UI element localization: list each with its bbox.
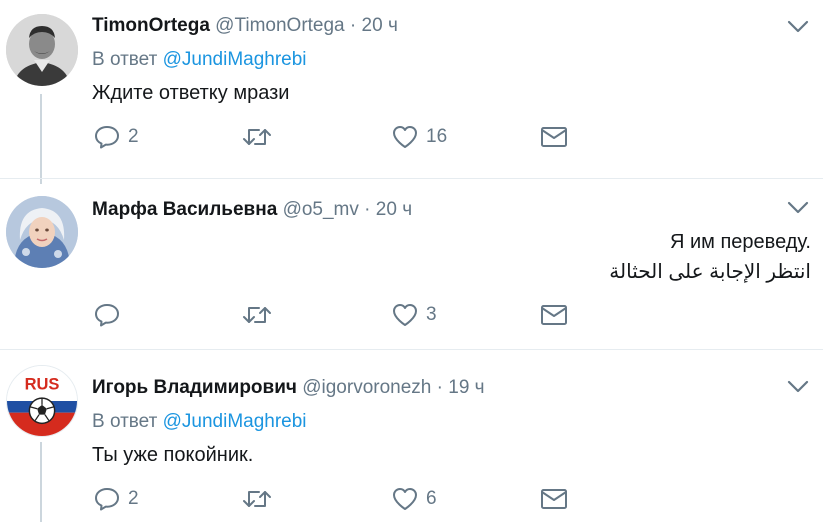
avatar-text: RUS: [25, 374, 60, 393]
direct-message-button[interactable]: [540, 124, 568, 150]
tweet-2[interactable]: Марфа Васильевна @o5_mv · 20 ч Я им пере…: [0, 179, 823, 349]
heart-icon: [393, 304, 417, 326]
chevron-down-icon[interactable]: [787, 201, 809, 215]
direct-message-button[interactable]: [540, 486, 568, 512]
separator-dot: ·: [436, 377, 443, 398]
envelope-icon: [541, 305, 567, 325]
avatar[interactable]: [6, 196, 78, 268]
tweet-header: Марфа Васильевна @o5_mv · 20 ч: [92, 199, 412, 221]
like-count: 6: [426, 488, 437, 509]
tweet-text: Ты уже покойник.: [92, 444, 254, 466]
reply-to-link[interactable]: @JundiMaghrebi: [163, 49, 307, 70]
tweet-text-line-arabic: انتظر الإجابة على الحثالة: [609, 261, 811, 283]
avatar[interactable]: [6, 14, 78, 86]
direct-message-button[interactable]: [540, 302, 568, 328]
reply-icon: [95, 488, 119, 511]
avatar[interactable]: RUS: [6, 365, 78, 437]
heart-icon: [393, 488, 417, 510]
reply-to-link[interactable]: @JundiMaghrebi: [163, 411, 307, 432]
timestamp[interactable]: 19 ч: [448, 377, 484, 398]
rus-football-avatar-icon: RUS: [7, 366, 77, 436]
tweet-text-line: Я им переведу.: [670, 231, 811, 253]
tweet-3[interactable]: RUS Игорь Владимирович @igorvoronezh · 1…: [0, 350, 823, 522]
reply-button[interactable]: 2: [94, 486, 139, 512]
retweet-button[interactable]: [242, 124, 280, 150]
reply-to-label: В ответ: [92, 411, 158, 432]
retweet-button[interactable]: [242, 486, 280, 512]
chevron-down-icon[interactable]: [787, 380, 809, 394]
tweet-header: TimonOrtega @TimonOrtega · 20 ч: [92, 15, 398, 37]
envelope-icon: [541, 127, 567, 147]
retweet-button[interactable]: [242, 302, 280, 328]
tweet-1[interactable]: TimonOrtega @TimonOrtega · 20 ч В ответ …: [0, 0, 823, 184]
separator-dot: ·: [349, 15, 357, 36]
reply-to-line: В ответ @JundiMaghrebi: [92, 411, 307, 433]
like-button[interactable]: 3: [392, 302, 437, 328]
tweet-text: Я им переведу. انتظر الإجابة على الحثالة: [609, 227, 811, 287]
portrait-avatar-icon: [6, 14, 78, 86]
retweet-icon: [243, 129, 271, 145]
thread-line: [40, 94, 42, 184]
reply-button[interactable]: 2: [94, 124, 139, 150]
reply-count: 2: [128, 488, 139, 509]
reply-icon: [95, 304, 119, 327]
like-count: 3: [426, 304, 437, 325]
tweet-header: Игорь Владимирович @igorvoronezh · 19 ч: [92, 377, 485, 399]
reply-button[interactable]: [94, 302, 128, 328]
like-button[interactable]: 6: [392, 486, 437, 512]
like-button[interactable]: 16: [392, 124, 447, 150]
woman-avatar-icon: [6, 196, 78, 268]
separator-dot: ·: [364, 199, 371, 220]
user-handle[interactable]: @igorvoronezh: [302, 377, 431, 398]
timestamp[interactable]: 20 ч: [376, 199, 412, 220]
reply-to-line: В ответ @JundiMaghrebi: [92, 49, 307, 71]
envelope-icon: [541, 489, 567, 509]
thread-line: [40, 442, 42, 522]
tweet-actions: 3: [92, 302, 572, 328]
display-name[interactable]: Игорь Владимирович: [92, 377, 297, 398]
tweet-text: Ждите ответку мрази: [92, 82, 290, 104]
user-handle[interactable]: @o5_mv: [283, 199, 359, 220]
reply-count: 2: [128, 126, 139, 147]
retweet-icon: [243, 491, 271, 507]
heart-icon: [393, 126, 417, 148]
timestamp[interactable]: 20 ч: [362, 15, 398, 36]
tweet-actions: 2 6: [92, 486, 572, 512]
display-name[interactable]: TimonOrtega: [92, 15, 210, 36]
user-handle[interactable]: @TimonOrtega: [215, 15, 344, 36]
chevron-down-icon[interactable]: [787, 20, 809, 34]
reply-to-label: В ответ: [92, 49, 158, 70]
tweet-actions: 2 16: [92, 124, 572, 150]
retweet-icon: [243, 307, 271, 323]
reply-icon: [95, 126, 119, 149]
like-count: 16: [426, 126, 448, 147]
display-name[interactable]: Марфа Васильевна: [92, 199, 277, 220]
